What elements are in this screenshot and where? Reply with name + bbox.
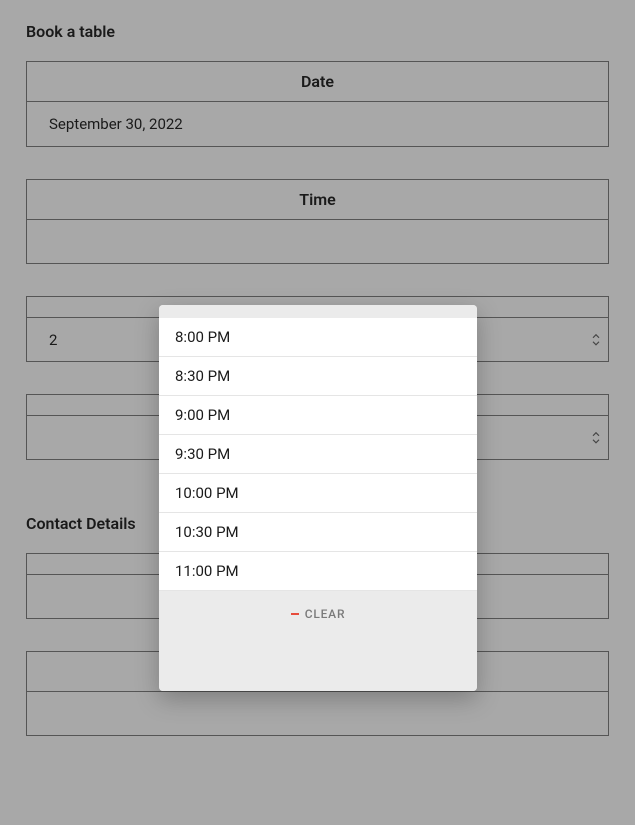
book-table-heading: Book a table (26, 0, 609, 61)
dropdown-footer: CLEAR (159, 591, 477, 691)
clear-button[interactable]: CLEAR (305, 607, 346, 621)
time-option[interactable]: 8:30 PM (159, 357, 477, 396)
time-options-list: 8:00 PM 8:30 PM 9:00 PM 9:30 PM 10:00 PM… (159, 318, 477, 591)
time-label: Time (26, 179, 609, 220)
time-option[interactable]: 11:00 PM (159, 552, 477, 591)
time-option[interactable]: 9:30 PM (159, 435, 477, 474)
chevron-updown-icon (592, 333, 600, 346)
time-field-group: Time (26, 179, 609, 264)
time-option[interactable]: 9:00 PM (159, 396, 477, 435)
time-input[interactable] (26, 220, 609, 264)
clear-icon (291, 613, 299, 615)
time-picker-dropdown: 8:00 PM 8:30 PM 9:00 PM 9:30 PM 10:00 PM… (159, 305, 477, 691)
email-input[interactable] (26, 692, 609, 736)
time-option[interactable]: 10:30 PM (159, 513, 477, 552)
chevron-updown-icon (592, 431, 600, 444)
date-field-group: Date September 30, 2022 (26, 61, 609, 147)
date-label: Date (26, 61, 609, 102)
dropdown-header (159, 305, 477, 318)
date-input[interactable]: September 30, 2022 (26, 102, 609, 147)
time-option[interactable]: 10:00 PM (159, 474, 477, 513)
time-option[interactable]: 8:00 PM (159, 318, 477, 357)
